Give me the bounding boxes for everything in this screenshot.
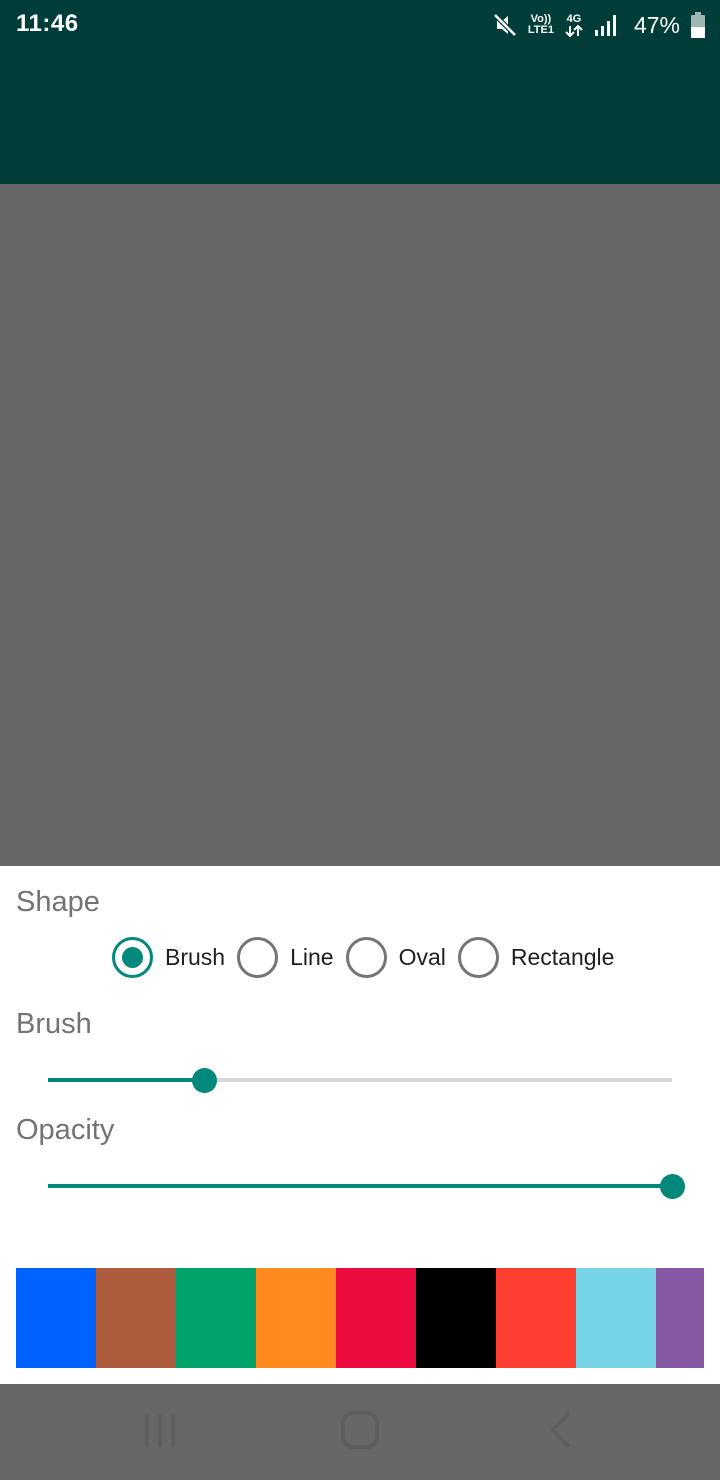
shape-title: Shape <box>16 886 100 918</box>
radio-rectangle-button[interactable] <box>457 936 499 978</box>
radio-brush-label: Brush <box>165 943 226 970</box>
volte-icon: Vo)) LTE1 <box>528 14 554 36</box>
data-arrows-icon: 4G <box>564 12 584 37</box>
brush-size-slider[interactable] <box>48 1060 672 1100</box>
app-bar: 11:46 Vo)) LTE1 4G 47% <box>0 0 720 184</box>
home-icon <box>340 1410 380 1455</box>
color-swatch[interactable] <box>256 1268 336 1368</box>
shape-radio-group: Brush Line Oval Rectangle <box>112 934 626 980</box>
color-swatch[interactable] <box>16 1268 96 1368</box>
radio-oval-label: Oval <box>398 943 446 970</box>
signal-icon <box>594 13 618 37</box>
radio-rectangle-label: Rectangle <box>510 943 615 970</box>
color-swatch[interactable] <box>96 1268 176 1368</box>
back-icon <box>545 1410 575 1455</box>
drawing-canvas[interactable] <box>0 184 720 866</box>
radio-rectangle[interactable]: Rectangle <box>457 936 615 978</box>
back-button[interactable] <box>500 1384 620 1480</box>
recents-button[interactable] <box>100 1384 220 1480</box>
navigation-bar <box>0 1384 720 1480</box>
opacity-slider-fill <box>48 1184 672 1188</box>
status-icons: Vo)) LTE1 4G 47% <box>492 8 706 42</box>
battery-icon <box>690 12 706 38</box>
brush-slider-fill <box>48 1078 204 1082</box>
color-swatch[interactable] <box>496 1268 576 1368</box>
brush-slider-thumb[interactable] <box>191 1068 217 1093</box>
color-swatch[interactable] <box>176 1268 256 1368</box>
volte-label-bottom: LTE1 <box>527 24 554 36</box>
radio-line-button[interactable] <box>237 936 279 978</box>
battery-percent: 47% <box>633 11 680 38</box>
color-palette <box>16 1268 704 1368</box>
radio-brush[interactable]: Brush <box>112 936 226 978</box>
properties-sheet: Shape Brush Line Oval Rectangle Brush Op… <box>0 866 720 1384</box>
recents-icon <box>142 1412 178 1453</box>
brush-title: Brush <box>16 1008 92 1040</box>
radio-line[interactable]: Line <box>237 936 334 978</box>
screen: 11:46 Vo)) LTE1 4G 47% Shape Brush Line … <box>0 0 720 1480</box>
network-label: 4G <box>566 12 582 25</box>
status-time: 11:46 <box>16 10 79 37</box>
opacity-slider[interactable] <box>48 1166 685 1206</box>
home-button[interactable] <box>300 1384 420 1480</box>
radio-oval-button[interactable] <box>345 936 387 978</box>
color-swatch[interactable] <box>656 1268 704 1368</box>
opacity-slider-thumb[interactable] <box>659 1174 685 1199</box>
mute-icon <box>492 12 518 38</box>
color-swatch[interactable] <box>336 1268 416 1368</box>
radio-brush-button[interactable] <box>112 936 153 978</box>
radio-line-label: Line <box>290 943 334 970</box>
opacity-title: Opacity <box>16 1114 115 1146</box>
color-swatch[interactable] <box>576 1268 656 1368</box>
radio-oval[interactable]: Oval <box>345 936 446 978</box>
color-swatch[interactable] <box>416 1268 496 1368</box>
